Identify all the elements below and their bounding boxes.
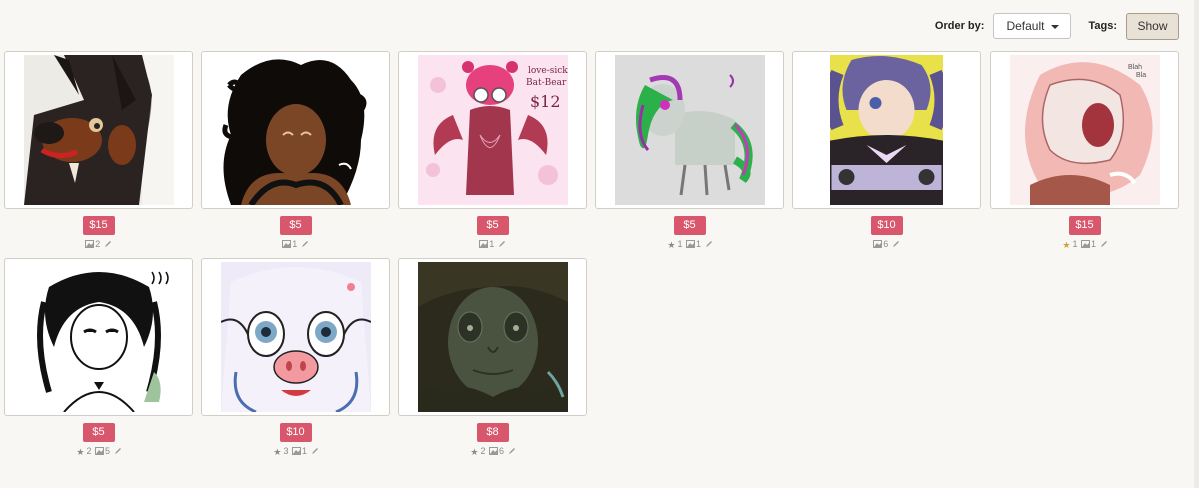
star-icon: ★ xyxy=(1062,240,1071,250)
gallery-item: $5 ★ 1 1 xyxy=(595,51,784,251)
image-icon xyxy=(292,447,302,455)
item-stats: ★ 2 5 xyxy=(4,446,193,458)
image-icon xyxy=(479,240,489,248)
gallery-item: $8 ★ 2 6 xyxy=(398,258,587,458)
scrollbar[interactable] xyxy=(1194,0,1199,488)
item-stats: 6 xyxy=(792,239,981,250)
star-icon: ★ xyxy=(273,447,282,457)
gallery-item: $10 ★ 3 1 xyxy=(201,258,390,458)
item-stats: ★ 1 1 xyxy=(990,239,1179,251)
pencil-icon xyxy=(705,241,712,247)
item-stats: ★ 1 1 xyxy=(595,239,784,251)
pencil-icon xyxy=(301,241,308,247)
gallery-item: $10 6 xyxy=(792,51,981,250)
favorite-count: 2 xyxy=(86,446,92,456)
star-icon: ★ xyxy=(667,240,676,250)
order-by-dropdown[interactable]: Default xyxy=(993,13,1072,39)
price-badge[interactable]: $5 xyxy=(82,423,115,442)
image-icon xyxy=(686,240,696,248)
order-by-value: Default xyxy=(1006,19,1045,33)
pencil-icon xyxy=(892,241,899,247)
artwork-thumbnail xyxy=(220,262,371,412)
order-by-label: Order by: xyxy=(934,20,985,32)
price-badge[interactable]: $10 xyxy=(279,423,312,442)
image-icon xyxy=(282,240,292,248)
item-stats: 1 xyxy=(398,239,587,250)
artwork-thumbnail xyxy=(220,55,371,205)
star-icon: ★ xyxy=(76,447,85,457)
image-count: 5 xyxy=(105,446,111,456)
favorite-count: 1 xyxy=(1072,239,1078,249)
artwork-thumbnail: love-sick Bat-Bear $12 xyxy=(417,55,568,205)
price-badge[interactable]: $5 xyxy=(673,216,706,235)
item-stats: ★ 3 1 xyxy=(201,446,390,458)
pencil-icon xyxy=(104,241,111,247)
artwork-thumbnail xyxy=(23,55,174,205)
favorite-count: 1 xyxy=(677,239,683,249)
price-badge[interactable]: $8 xyxy=(476,423,509,442)
image-count: 1 xyxy=(1091,239,1097,249)
artwork-text: Bla xyxy=(1136,72,1146,79)
gallery-item: Blah Bla $15 ★ 1 1 xyxy=(990,51,1179,251)
artwork-thumbnail xyxy=(417,262,568,412)
tags-label: Tags: xyxy=(1088,20,1117,32)
artwork-thumbnail xyxy=(614,55,765,205)
image-count: 2 xyxy=(95,239,101,249)
pencil-icon xyxy=(311,448,318,454)
thumbnail-link[interactable] xyxy=(595,51,784,209)
price-badge[interactable]: $15 xyxy=(82,216,115,235)
item-stats: 1 xyxy=(201,239,390,250)
image-count: 1 xyxy=(302,446,308,456)
sort-toolbar: Order by: Default Tags: Show xyxy=(935,12,1179,40)
price-badge[interactable]: $5 xyxy=(476,216,509,235)
pencil-icon xyxy=(114,448,121,454)
image-count: 6 xyxy=(883,239,889,249)
pencil-icon xyxy=(498,241,505,247)
gallery-item: $5 1 xyxy=(201,51,390,250)
thumbnail-link[interactable] xyxy=(201,51,390,209)
pencil-icon xyxy=(508,448,515,454)
image-icon xyxy=(1081,240,1091,248)
thumbnail-link[interactable] xyxy=(398,258,587,416)
artwork-text: $12 xyxy=(530,92,561,111)
image-icon xyxy=(873,240,883,248)
show-tags-button[interactable]: Show xyxy=(1126,12,1179,40)
thumbnail-link[interactable]: Blah Bla xyxy=(990,51,1179,209)
artwork-thumbnail: Blah Bla xyxy=(1009,55,1160,205)
image-count: 6 xyxy=(499,446,505,456)
image-count: 1 xyxy=(696,239,702,249)
thumbnail-link[interactable] xyxy=(201,258,390,416)
artwork-text: Blah xyxy=(1128,64,1142,71)
image-icon xyxy=(85,240,95,248)
price-badge[interactable]: $5 xyxy=(279,216,312,235)
caret-down-icon xyxy=(1051,24,1060,29)
thumbnail-link[interactable]: love-sick Bat-Bear $12 xyxy=(398,51,587,209)
artwork-text: love-sick xyxy=(528,66,568,76)
star-icon: ★ xyxy=(470,447,479,457)
image-icon xyxy=(95,447,105,455)
image-count: 1 xyxy=(292,239,298,249)
gallery-item: $15 2 xyxy=(4,51,193,250)
favorite-count: 3 xyxy=(283,446,289,456)
artwork-thumbnail xyxy=(23,262,174,412)
gallery-item: love-sick Bat-Bear $12 $5 1 xyxy=(398,51,587,250)
image-icon xyxy=(489,447,499,455)
pencil-icon xyxy=(1100,241,1107,247)
favorite-count: 2 xyxy=(480,446,486,456)
thumbnail-link[interactable] xyxy=(4,51,193,209)
thumbnail-link[interactable] xyxy=(4,258,193,416)
price-badge[interactable]: $10 xyxy=(870,216,903,235)
item-stats: ★ 2 6 xyxy=(398,446,587,458)
image-count: 1 xyxy=(489,239,495,249)
item-stats: 2 xyxy=(4,239,193,250)
gallery-item: $5 ★ 2 5 xyxy=(4,258,193,458)
artwork-thumbnail xyxy=(830,55,943,205)
thumbnail-link[interactable] xyxy=(792,51,981,209)
price-badge[interactable]: $15 xyxy=(1068,216,1101,235)
artwork-text: Bat-Bear xyxy=(526,78,567,88)
